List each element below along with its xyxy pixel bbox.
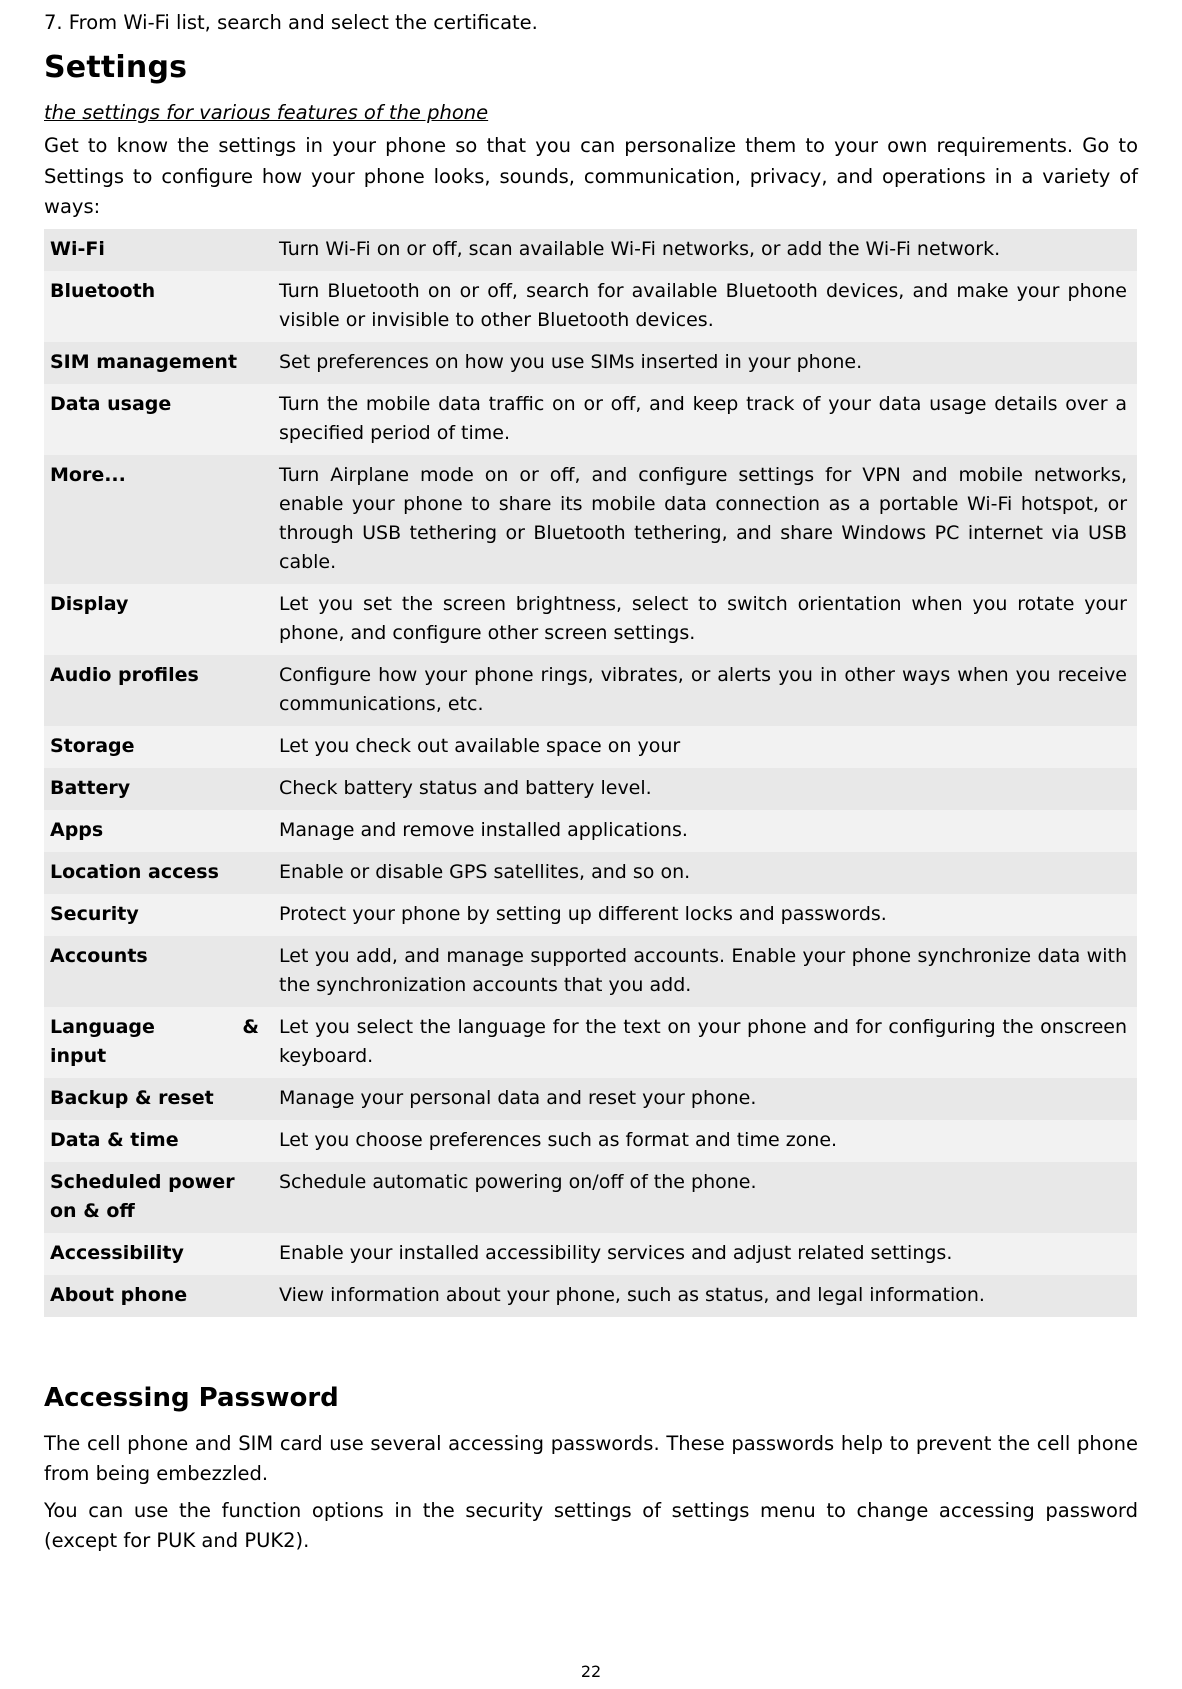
- table-row: Scheduled power on & off Schedule automa…: [44, 1161, 1137, 1233]
- setting-name: SIM management: [44, 341, 269, 384]
- table-row: Language & input Let you select the lang…: [44, 1006, 1137, 1078]
- setting-name: Security: [44, 893, 269, 936]
- table-row: Display Let you set the screen brightnes…: [44, 583, 1137, 655]
- table-row: Accounts Let you add, and manage support…: [44, 935, 1137, 1007]
- setting-name: Backup & reset: [44, 1077, 269, 1120]
- setting-description: Check battery status and battery level.: [269, 767, 1137, 810]
- accessing-password-title: Accessing Password: [44, 1382, 339, 1413]
- page-number: 22: [580, 1662, 602, 1681]
- setting-description: Enable or disable GPS satellites, and so…: [269, 851, 1137, 894]
- table-row: Data usage Turn the mobile data traffic …: [44, 383, 1137, 455]
- table-row: Bluetooth Turn Bluetooth on or off, sear…: [44, 270, 1137, 342]
- setting-name: Display: [44, 583, 269, 655]
- setting-description: Turn the mobile data traffic on or off, …: [269, 383, 1137, 455]
- setting-description: Set preferences on how you use SIMs inse…: [269, 341, 1137, 384]
- setting-name: Apps: [44, 809, 269, 852]
- table-row: Apps Manage and remove installed applica…: [44, 809, 1137, 852]
- table-row: SIM management Set preferences on how yo…: [44, 341, 1137, 384]
- setting-description: Manage your personal data and reset your…: [269, 1077, 1137, 1120]
- table-row: Accessibility Enable your installed acce…: [44, 1232, 1137, 1275]
- setting-name: More...: [44, 454, 269, 584]
- setting-name-part-3: input: [50, 1044, 107, 1067]
- table-row: Backup & reset Manage your personal data…: [44, 1077, 1137, 1120]
- setting-name-part-2: &: [242, 1015, 259, 1038]
- setting-description: Protect your phone by setting up differe…: [269, 893, 1137, 936]
- document-page: 7. From Wi-Fi list, search and select th…: [0, 0, 1182, 1557]
- table-row: Location access Enable or disable GPS sa…: [44, 851, 1137, 894]
- setting-name: Data & time: [44, 1119, 269, 1162]
- setting-description: Configure how your phone rings, vibrates…: [269, 654, 1137, 726]
- table-row: Audio profiles Configure how your phone …: [44, 654, 1137, 726]
- setting-name: Data usage: [44, 383, 269, 455]
- setting-description: Schedule automatic powering on/off of th…: [269, 1161, 1137, 1233]
- setting-description: Let you select the language for the text…: [269, 1006, 1137, 1078]
- setting-description: Let you choose preferences such as forma…: [269, 1119, 1137, 1162]
- setting-description: Enable your installed accessibility serv…: [269, 1232, 1137, 1275]
- setting-description: Turn Wi-Fi on or off, scan available Wi-…: [269, 228, 1137, 271]
- table-row: Data & time Let you choose preferences s…: [44, 1119, 1137, 1162]
- setting-name: Scheduled power on & off: [44, 1161, 269, 1233]
- setting-description: Turn Bluetooth on or off, search for ava…: [269, 270, 1137, 342]
- setting-description: Manage and remove installed applications…: [269, 809, 1137, 852]
- table-row: More... Turn Airplane mode on or off, an…: [44, 454, 1137, 584]
- setting-name: Language & input: [44, 1006, 269, 1078]
- table-row: About phone View information about your …: [44, 1274, 1137, 1317]
- setting-name: Audio profiles: [44, 654, 269, 726]
- accessing-password-paragraph-1: The cell phone and SIM card use several …: [44, 1431, 1138, 1486]
- setting-description: Turn Airplane mode on or off, and config…: [269, 454, 1137, 584]
- setting-description: Let you set the screen brightness, selec…: [269, 583, 1137, 655]
- setting-description: View information about your phone, such …: [269, 1274, 1137, 1317]
- section-subtitle: the settings for various features of the…: [44, 101, 489, 124]
- section-intro-paragraph: Get to know the settings in your phone s…: [44, 134, 1138, 218]
- table-row: Wi-Fi Turn Wi-Fi on or off, scan availab…: [44, 228, 1137, 271]
- setting-name: Wi-Fi: [44, 228, 269, 271]
- setting-name: Battery: [44, 767, 269, 810]
- setting-name: Storage: [44, 725, 269, 768]
- table-row: Storage Let you check out available spac…: [44, 725, 1137, 768]
- page-title: Settings: [44, 50, 188, 85]
- setting-name: Location access: [44, 851, 269, 894]
- table-row: Battery Check battery status and battery…: [44, 767, 1137, 810]
- step-line: 7. From Wi-Fi list, search and select th…: [44, 11, 538, 34]
- settings-table: Wi-Fi Turn Wi-Fi on or off, scan availab…: [44, 228, 1137, 1317]
- setting-name: About phone: [44, 1274, 269, 1317]
- setting-name: Accessibility: [44, 1232, 269, 1275]
- setting-name: Accounts: [44, 935, 269, 1007]
- setting-description: Let you add, and manage supported accoun…: [269, 935, 1137, 1007]
- setting-name-part-1: Language: [50, 1015, 155, 1038]
- accessing-password-paragraph-2: You can use the function options in the …: [44, 1498, 1138, 1553]
- setting-description: Let you check out available space on you…: [269, 725, 1137, 768]
- setting-name: Bluetooth: [44, 270, 269, 342]
- table-row: Security Protect your phone by setting u…: [44, 893, 1137, 936]
